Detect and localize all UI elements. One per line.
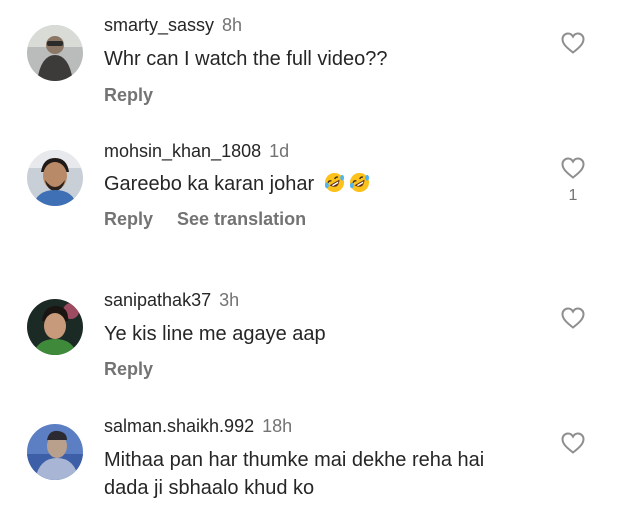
- comment-header: smarty_sassy 8h: [104, 14, 242, 36]
- comment-actions: Reply See translation: [104, 208, 306, 230]
- comment-text: Gareebo ka karan johar: [104, 173, 315, 195]
- heart-outline-icon[interactable]: [561, 307, 585, 329]
- heart-outline-icon[interactable]: [561, 432, 585, 454]
- comment-time: 8h: [222, 15, 243, 35]
- avatar-image: [27, 150, 83, 206]
- avatar[interactable]: [27, 424, 83, 480]
- comment-header: mohsin_khan_1808 1d: [104, 140, 289, 162]
- avatar-image: [27, 424, 83, 480]
- comment-time: 18h: [262, 416, 293, 436]
- comment-text-row: Gareebo ka karan johar: [104, 170, 370, 199]
- avatar[interactable]: [27, 299, 83, 355]
- avatar[interactable]: [27, 25, 83, 81]
- username[interactable]: sanipathak37: [104, 290, 211, 310]
- heart-outline-icon[interactable]: [561, 32, 585, 54]
- username[interactable]: mohsin_khan_1808: [104, 141, 261, 161]
- comment-header: salman.shaikh.992 18h: [104, 415, 292, 437]
- comment-time: 3h: [219, 290, 240, 310]
- comment-text: Whr can I watch the full video??: [104, 48, 388, 70]
- comment-time: 1d: [269, 141, 290, 161]
- comment-text-line-2: dada ji sbhaalo khud ko: [104, 477, 315, 499]
- avatar-image: [27, 299, 83, 355]
- reply-button[interactable]: Reply: [104, 85, 153, 105]
- reply-button[interactable]: Reply: [104, 209, 153, 229]
- rolling-on-floor-laughing-emoji: [324, 172, 344, 193]
- username[interactable]: salman.shaikh.992: [104, 416, 254, 436]
- rolling-on-floor-laughing-emoji: [349, 172, 369, 193]
- avatar-image: [27, 25, 83, 81]
- heart-outline-icon[interactable]: [561, 157, 585, 179]
- avatar[interactable]: [27, 150, 83, 206]
- like-count: 1: [568, 187, 578, 204]
- username[interactable]: smarty_sassy: [104, 15, 214, 35]
- comment-actions: Reply: [104, 358, 153, 380]
- comment-actions: Reply: [104, 84, 153, 106]
- see-translation-button[interactable]: See translation: [177, 209, 306, 229]
- comment-text-line-1: Mithaa pan har thumke mai dekhe reha hai: [104, 449, 485, 471]
- comment-text: Ye kis line me agaye aap: [104, 323, 326, 345]
- comment-header: sanipathak37 3h: [104, 289, 239, 311]
- reply-button[interactable]: Reply: [104, 359, 153, 379]
